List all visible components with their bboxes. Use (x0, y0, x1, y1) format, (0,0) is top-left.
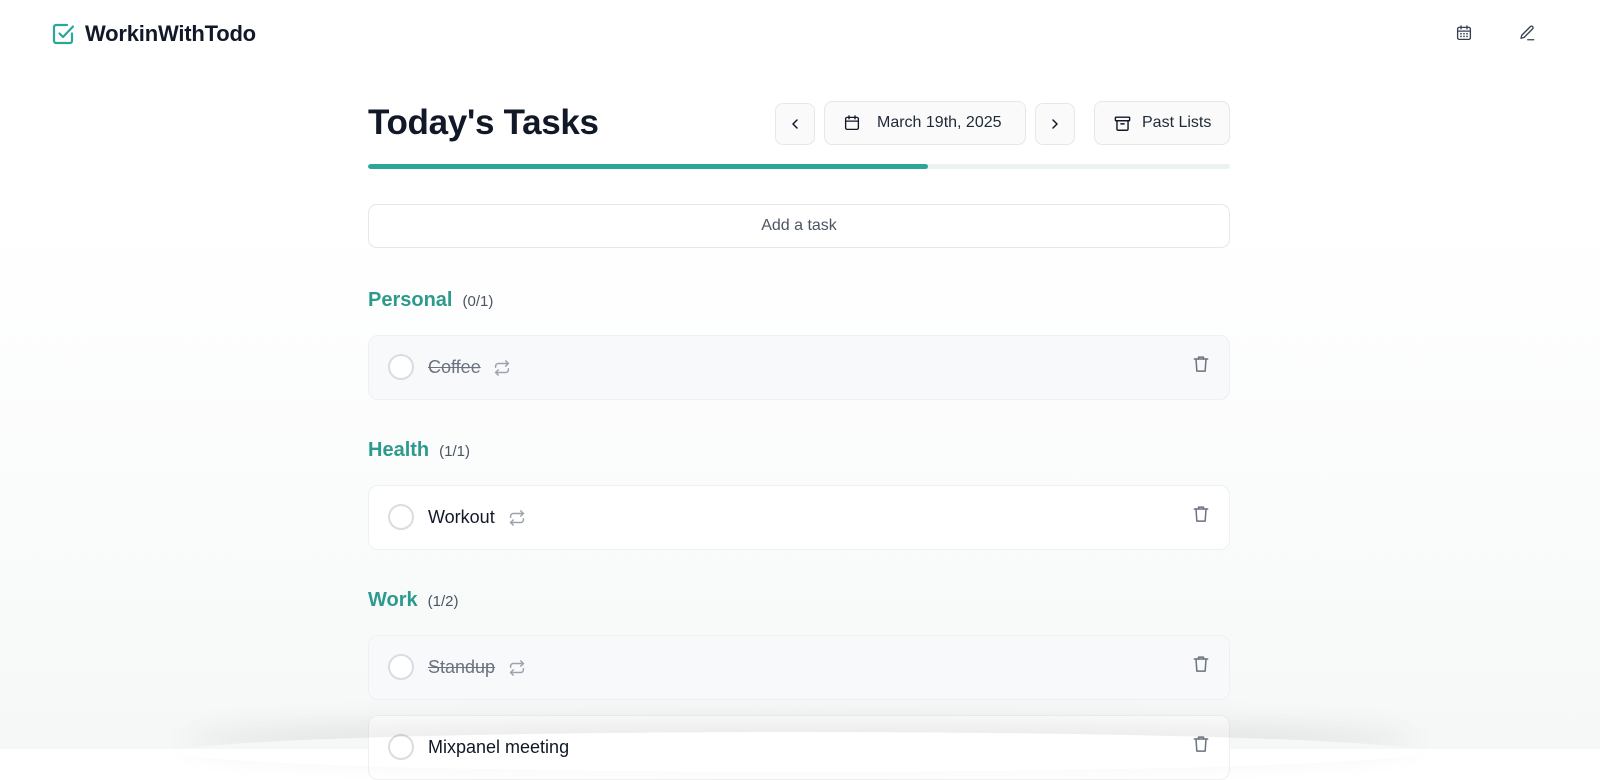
section-count: (1/1) (439, 443, 470, 460)
task-text: Standup (428, 657, 496, 677)
section-name: Health (368, 439, 430, 461)
progress-fill (368, 164, 929, 169)
section-header-work: Work (1/2) (368, 589, 458, 612)
header-row: Today's Tasks March 19th, 2025 Past List… (368, 96, 1230, 152)
add-task-label: Add a task (761, 217, 837, 234)
repeat-icon (509, 510, 525, 526)
previous-day-button[interactable] (775, 103, 815, 145)
add-task-button[interactable]: Add a task (368, 204, 1230, 248)
trash-icon[interactable] (1191, 504, 1211, 524)
archive-icon (1114, 115, 1131, 131)
section-count: (1/2) (427, 593, 459, 610)
task-item-standup[interactable]: Standup (368, 635, 1230, 700)
trash-icon[interactable] (1191, 734, 1211, 754)
progress-bar (368, 164, 1230, 169)
past-lists-button[interactable]: Past Lists (1094, 101, 1230, 145)
task-checkbox[interactable] (388, 654, 414, 680)
calendar-icon (1456, 25, 1472, 41)
task-text: Coffee (428, 357, 481, 377)
pencil-icon (1520, 25, 1535, 41)
task-checkbox[interactable] (388, 504, 414, 530)
task-checkbox[interactable] (388, 734, 414, 760)
task-item-mixpanel-meeting[interactable]: Mixpanel meeting (368, 715, 1230, 780)
task-text: Workout (428, 507, 495, 527)
page-title: Today's Tasks (368, 103, 599, 142)
section-header-personal: Personal (0/1) (368, 289, 493, 312)
task-item-workout[interactable]: Workout (368, 485, 1230, 550)
edit-button[interactable] (1514, 20, 1540, 46)
section-name: Work (368, 589, 418, 611)
chevron-left-icon (792, 119, 798, 129)
brand[interactable]: WorkinWithTodo (51, 21, 256, 47)
main-content: Today's Tasks March 19th, 2025 Past List… (368, 96, 1230, 780)
section-count: (0/1) (462, 293, 494, 310)
next-day-button[interactable] (1035, 103, 1075, 145)
trash-icon[interactable] (1191, 354, 1211, 374)
section-header-health: Health (1/1) (368, 439, 470, 462)
repeat-icon (509, 660, 525, 676)
checkbox-icon (52, 23, 75, 45)
section-name: Personal (368, 289, 453, 311)
calendar-icon (844, 115, 860, 131)
date-picker-button[interactable]: March 19th, 2025 (824, 101, 1026, 145)
past-lists-label: Past Lists (1142, 114, 1212, 131)
trash-icon[interactable] (1191, 654, 1211, 674)
app-name: WorkinWithTodo (85, 21, 256, 46)
task-item-coffee[interactable]: Coffee (368, 335, 1230, 400)
calendar-button[interactable] (1451, 20, 1477, 46)
top-bar: WorkinWithTodo (0, 0, 1600, 68)
chevron-right-icon (1052, 119, 1058, 129)
task-checkbox[interactable] (388, 354, 414, 380)
task-text: Mixpanel meeting (428, 737, 570, 757)
repeat-icon (494, 360, 510, 376)
date-label: March 19th, 2025 (877, 114, 1002, 131)
